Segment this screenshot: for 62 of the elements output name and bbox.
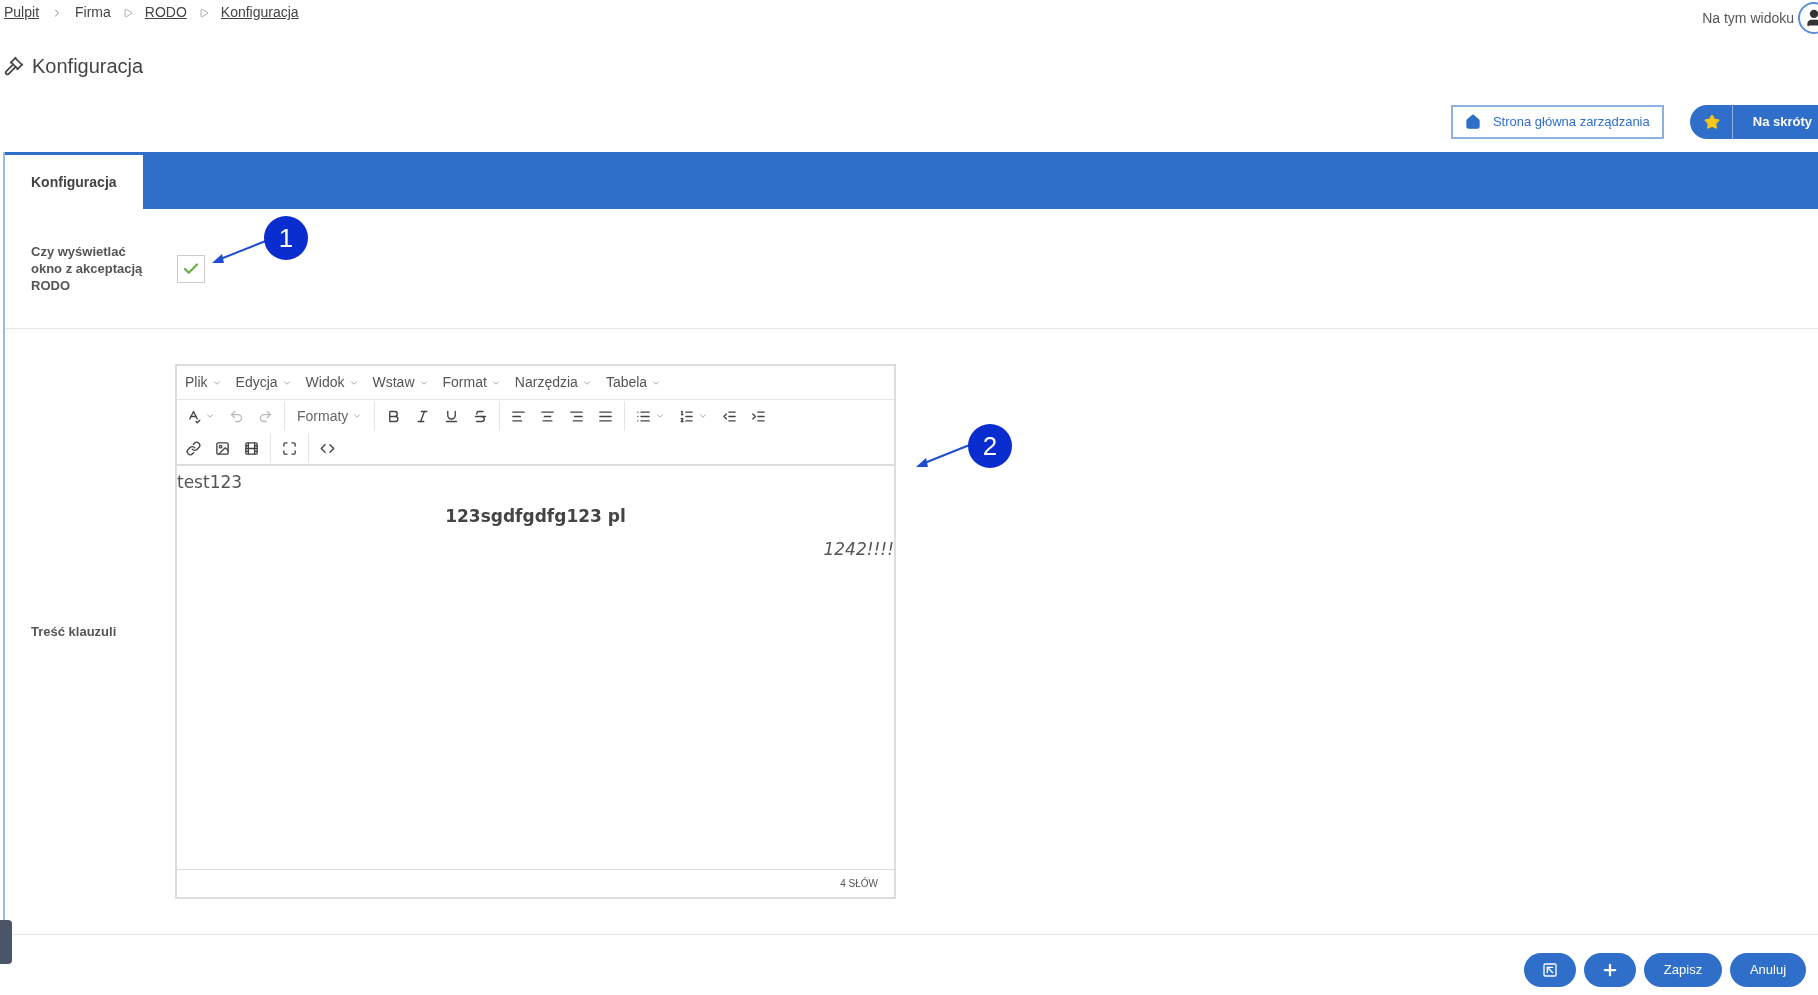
caret-icon <box>698 411 709 421</box>
page-title: Konfiguracja <box>32 54 144 79</box>
save-button[interactable]: Zapisz <box>1644 953 1722 987</box>
user-icon <box>1804 8 1818 28</box>
align-justify-icon <box>598 408 614 424</box>
star-icon <box>1703 114 1720 130</box>
numbered-list-icon <box>679 408 695 424</box>
underline-icon <box>444 408 460 424</box>
caret-icon <box>655 411 666 421</box>
menu-item[interactable]: Wstaw <box>372 372 429 393</box>
breadcrumb-link[interactable]: Pulpit <box>4 2 40 23</box>
menu-item[interactable]: Narzędzia <box>514 372 592 393</box>
align-center-icon <box>540 408 556 424</box>
fullscreen-icon <box>282 440 297 456</box>
spellcheck-icon <box>186 408 201 424</box>
triangle-icon <box>198 7 209 18</box>
formats-dropdown[interactable]: Formaty <box>289 405 371 427</box>
caret-icon <box>352 411 363 421</box>
undo-icon <box>229 408 244 424</box>
menu-item[interactable]: Widok <box>305 372 359 393</box>
back-icon <box>1542 962 1558 978</box>
link-icon <box>186 440 201 456</box>
strikethrough-icon <box>473 408 489 424</box>
word-count: 4 SŁÓW <box>840 876 878 891</box>
annotation-marker: 2 <box>968 424 1012 468</box>
gavel-icon <box>4 56 24 76</box>
checkbox[interactable] <box>177 254 205 283</box>
breadcrumb-text: Firma <box>75 3 111 22</box>
align-right-icon <box>569 408 585 424</box>
breadcrumb-link[interactable]: Konfiguracja <box>220 2 299 23</box>
shortcuts-button[interactable]: Na skróty <box>1689 105 1818 139</box>
plus-icon <box>1601 961 1619 979</box>
align-left-icon <box>511 408 527 424</box>
caret-icon <box>205 411 215 421</box>
redo-icon <box>258 408 273 424</box>
paragraph: 123sgdfgdfg123 pl <box>444 504 627 528</box>
indent-icon <box>751 408 767 424</box>
annotation-marker: 1 <box>264 216 308 260</box>
menu-item[interactable]: Format <box>442 372 501 393</box>
film-icon <box>244 440 259 456</box>
menu-item[interactable]: Plik <box>185 372 222 393</box>
home-icon <box>1464 114 1481 130</box>
menu-item[interactable]: Tabela <box>605 372 662 393</box>
outdent-icon <box>722 408 738 424</box>
breadcrumb-link[interactable]: RODO <box>144 2 187 23</box>
paragraph: test123 <box>177 471 244 494</box>
paragraph: 1242!!!! <box>822 538 894 561</box>
add-button[interactable] <box>1584 953 1636 987</box>
content-label: Treść klauzuli <box>31 622 118 641</box>
home-button[interactable]: Strona główna zarządzania <box>1450 105 1664 139</box>
checkbox-label: Czy wyświetlać okno z akceptacją RODO <box>31 243 144 294</box>
back-button[interactable] <box>1524 953 1576 987</box>
editor-content[interactable]: test123 123sgdfgdfg123 pl 1242!!!! <box>177 466 894 869</box>
image-icon <box>215 440 230 456</box>
triangle-icon <box>122 7 133 18</box>
tab[interactable]: Konfiguracja <box>5 155 143 209</box>
bullet-list-icon <box>636 408 652 424</box>
cancel-button[interactable]: Anuluj <box>1730 953 1806 987</box>
side-handle[interactable] <box>0 920 12 964</box>
view-label: Na tym widoku <box>1702 8 1794 28</box>
italic-icon <box>415 408 431 424</box>
menu-item[interactable]: Edycja <box>235 372 292 393</box>
